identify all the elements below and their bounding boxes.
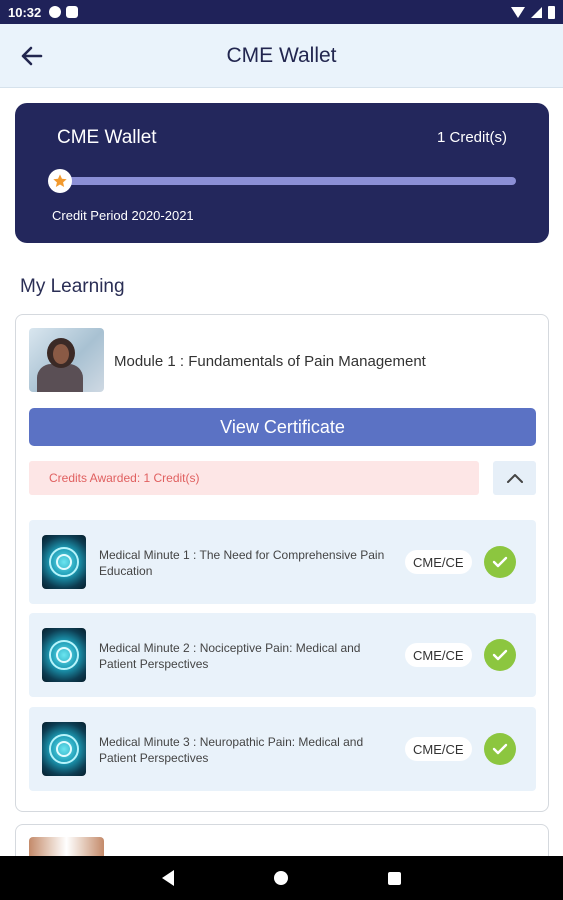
wallet-credits: 1 Credit(s) bbox=[436, 129, 507, 146]
minute-title: Medical Minute 3 : Neuropathic Pain: Med… bbox=[99, 735, 364, 765]
module-thumbnail bbox=[29, 328, 104, 392]
nav-recents-icon[interactable] bbox=[388, 871, 401, 885]
chevron-up-icon bbox=[506, 474, 523, 483]
module-card: Module 1 : Fundamentals of Pain Manageme… bbox=[15, 314, 549, 812]
credits-awarded-banner: Credits Awarded: 1 Credit(s) bbox=[29, 461, 479, 495]
status-bar: 10:32 bbox=[0, 0, 563, 24]
nav-home-icon[interactable] bbox=[274, 871, 288, 885]
cme-badge: CME/CE bbox=[405, 643, 472, 667]
wallet-card: CME Wallet 1 Credit(s) Credit Period 202… bbox=[15, 103, 549, 243]
module-title: Module 1 : Fundamentals of Pain Manageme… bbox=[114, 353, 426, 370]
notification-icon bbox=[49, 6, 62, 18]
minute-title: Medical Minute 2 : Nociceptive Pain: Med… bbox=[99, 641, 361, 671]
sd-card-icon bbox=[66, 6, 79, 18]
progress-knob bbox=[48, 169, 72, 193]
wallet-title: CME Wallet bbox=[57, 127, 157, 148]
back-button[interactable] bbox=[18, 42, 46, 70]
medical-minute-thumbnail bbox=[42, 628, 86, 682]
app-bar: CME Wallet bbox=[0, 24, 563, 88]
credit-period: Credit Period 2020-2021 bbox=[52, 208, 194, 223]
list-item[interactable]: Medical Minute 1 : The Need for Comprehe… bbox=[29, 520, 536, 604]
page-title: CME Wallet bbox=[226, 43, 337, 67]
signal-icon bbox=[531, 6, 542, 18]
minute-title: Medical Minute 1 : The Need for Comprehe… bbox=[99, 548, 385, 578]
section-title: My Learning bbox=[20, 276, 125, 297]
status-time: 10:32 bbox=[8, 4, 42, 20]
medical-minute-thumbnail bbox=[42, 722, 86, 776]
battery-icon bbox=[548, 5, 555, 19]
medical-minute-thumbnail bbox=[42, 535, 86, 589]
credit-progress-bar bbox=[60, 177, 516, 185]
view-certificate-button[interactable]: View Certificate bbox=[29, 408, 536, 446]
list-item[interactable]: Medical Minute 3 : Neuropathic Pain: Med… bbox=[29, 707, 536, 791]
check-icon bbox=[484, 639, 516, 671]
nav-back-icon[interactable] bbox=[162, 870, 174, 886]
star-icon bbox=[53, 174, 67, 187]
cme-badge: CME/CE bbox=[405, 550, 472, 574]
cme-badge: CME/CE bbox=[405, 737, 472, 761]
arrow-left-icon bbox=[21, 46, 43, 66]
check-icon bbox=[484, 733, 516, 765]
collapse-button[interactable] bbox=[493, 461, 536, 495]
wifi-icon bbox=[511, 6, 525, 18]
system-nav-bar bbox=[0, 856, 563, 900]
check-icon bbox=[484, 546, 516, 578]
list-item[interactable]: Medical Minute 2 : Nociceptive Pain: Med… bbox=[29, 613, 536, 697]
